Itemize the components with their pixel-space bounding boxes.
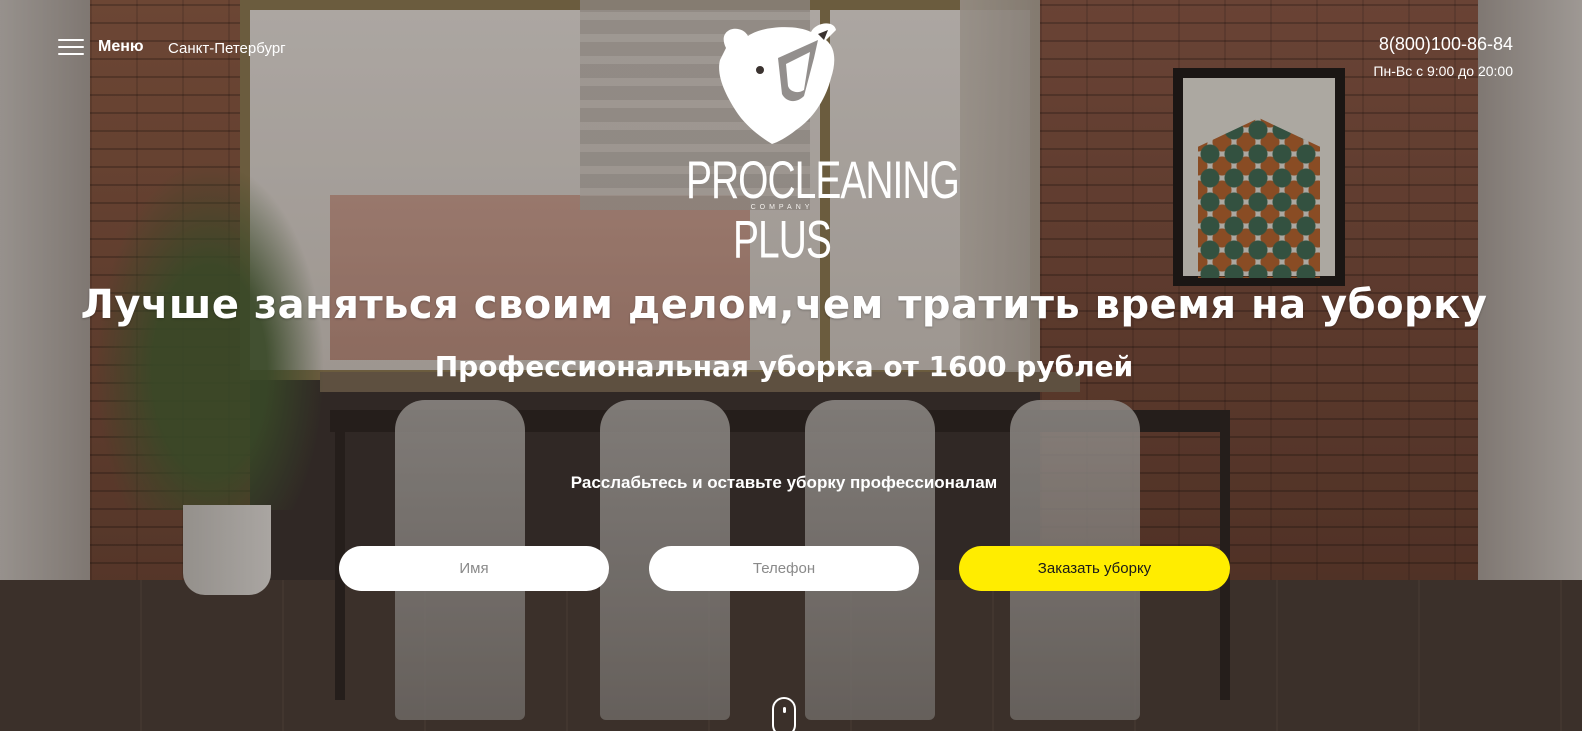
menu-label: Меню	[98, 38, 144, 55]
phone-input[interactable]	[649, 546, 919, 591]
hero-tagline: Расслабьтесь и оставьте уборку профессио…	[570, 473, 998, 492]
city-selector[interactable]: Санкт-Петербург	[168, 40, 286, 57]
company-logo[interactable]: PROCLEANING PLUS COMPANY	[686, 18, 960, 269]
menu-button[interactable]: Меню	[58, 37, 144, 57]
roaring-bear-icon	[719, 23, 836, 144]
logo-text: PROCLEANING PLUS	[686, 152, 960, 270]
name-input[interactable]	[339, 546, 609, 591]
phone-number[interactable]: 8(800)100-86-84	[1379, 34, 1513, 55]
logo-subtitle: COMPANY	[750, 204, 814, 211]
order-cleaning-button[interactable]: Заказать уборку	[959, 546, 1230, 591]
scroll-mouse-icon[interactable]	[772, 697, 796, 731]
hero-subheadline: Профессиональная уборка от 1600 рублей	[434, 350, 1134, 383]
hero-headline: Лучше заняться своим делом,чем тратить в…	[80, 282, 1488, 328]
hero-section: Меню Санкт-Петербург 8(800)100-86-84 Пн-…	[0, 0, 1582, 731]
scroll-dot	[783, 707, 786, 713]
hamburger-icon	[58, 37, 84, 57]
working-hours: Пн-Вс с 9:00 до 20:00	[1373, 63, 1513, 79]
